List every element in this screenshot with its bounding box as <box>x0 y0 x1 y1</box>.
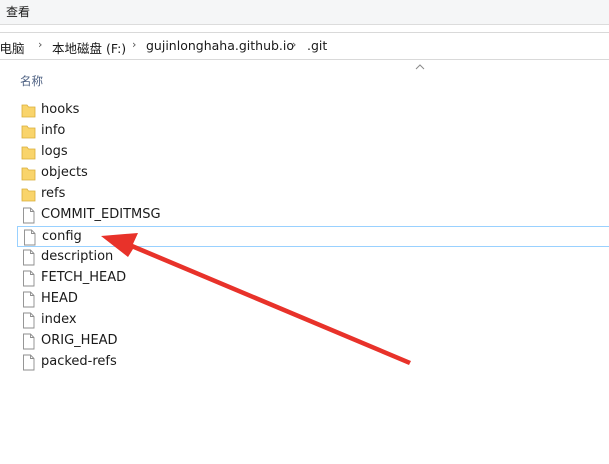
annotation-arrow-shape <box>101 233 411 365</box>
annotation-arrow <box>101 233 411 365</box>
